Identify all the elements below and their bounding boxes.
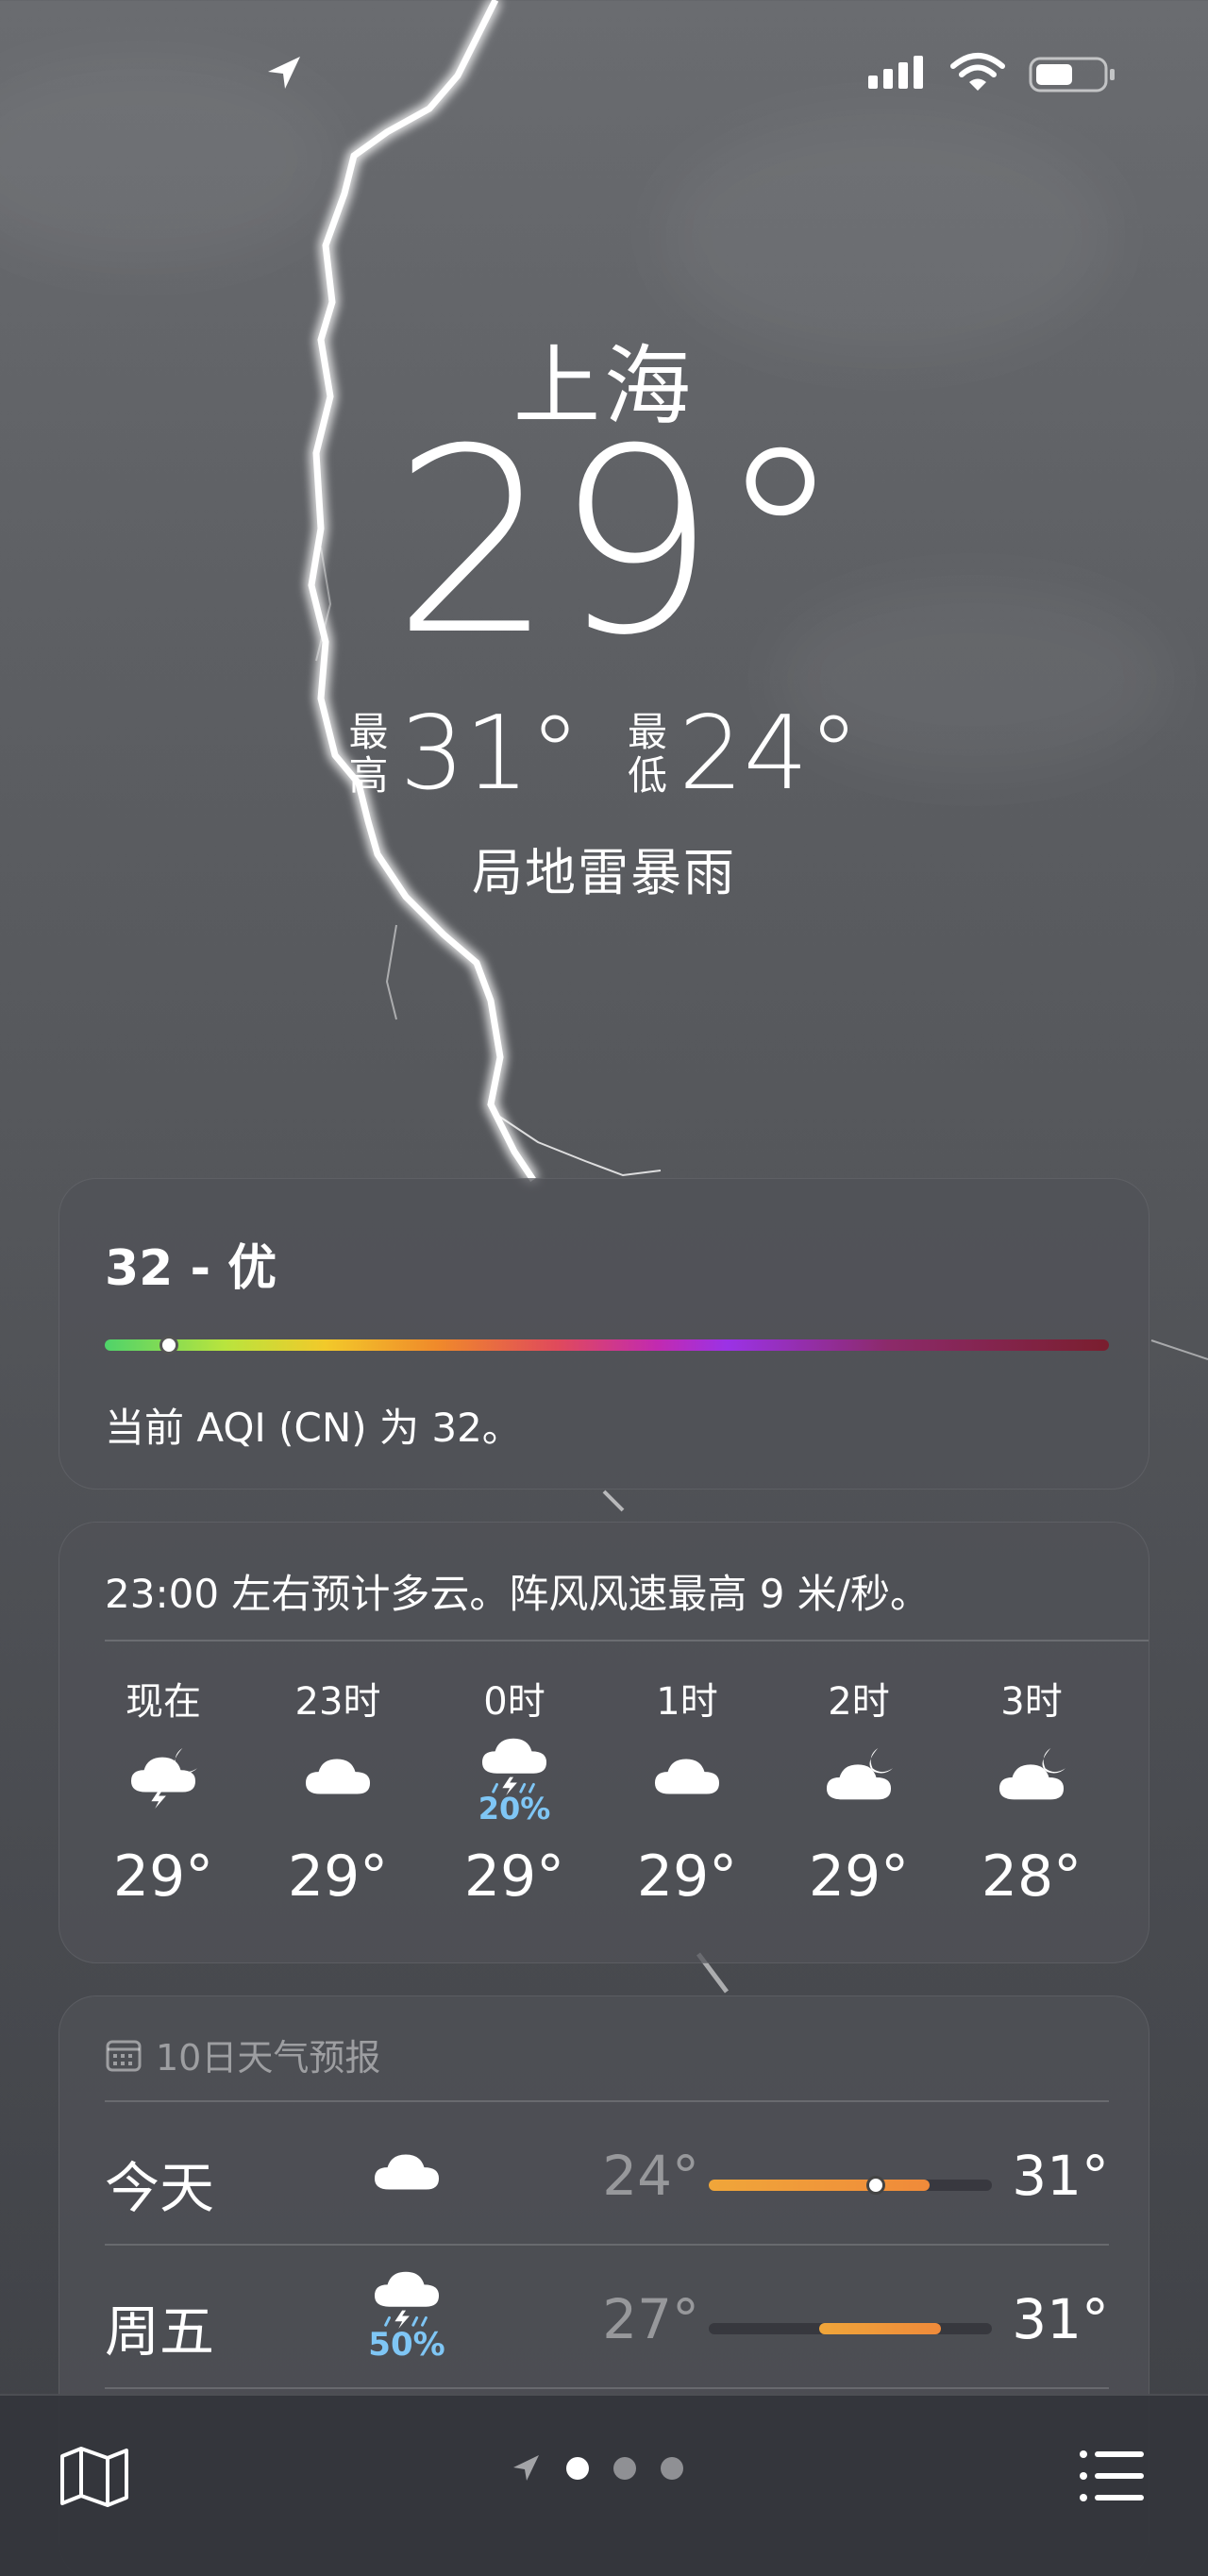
ten-day-header-label: 10日天气预报 (156, 2037, 381, 2079)
high-label-text: 最高 (348, 709, 389, 799)
hour-temperature: 29° (808, 1844, 910, 1910)
hour-temperature: 29° (112, 1844, 214, 1910)
hour-time: 23时 (294, 1680, 381, 1724)
aqi-description: 当前 AQI (CN) 为 32。 (105, 1405, 522, 1451)
page-indicator[interactable] (510, 2452, 683, 2484)
cloud-bolt-rain-icon (481, 1738, 547, 1796)
day-low-temperature: 27° (602, 2287, 699, 2351)
city-list-icon[interactable] (1078, 2443, 1146, 2509)
high-low-temperatures: 最高 31° 最低 24° (0, 703, 1208, 805)
hour-icon: 20% (448, 1730, 580, 1825)
calendar-icon (106, 2040, 142, 2071)
ten-day-header: 10日天气预报 (105, 2029, 380, 2080)
hourly-summary: 23:00 左右预计多云。阵风风速最高 9 米/秒。 (105, 1571, 930, 1617)
hourly-item: 1时 29° (621, 1674, 753, 1910)
location-page-icon[interactable] (510, 2452, 542, 2484)
hour-icon (793, 1730, 925, 1825)
hour-temperature: 28° (981, 1844, 1082, 1910)
low-temperature: 24° (679, 695, 860, 813)
hourly-item: 现在 29° (97, 1674, 229, 1910)
hour-time: 1时 (656, 1680, 718, 1724)
hour-temperature: 29° (463, 1844, 565, 1910)
daily-row[interactable]: 今天 24° 31° (105, 2102, 1109, 2244)
day-low-temperature: 24° (602, 2144, 699, 2208)
bottom-toolbar (0, 2394, 1208, 2576)
day-name: 今天 (105, 2156, 215, 2220)
low-label-text: 最低 (628, 709, 668, 799)
day-name: 周五 (105, 2299, 215, 2364)
temperature-range-fill (819, 2323, 941, 2334)
battery-icon (1029, 57, 1115, 93)
day-icon (350, 2140, 463, 2206)
day-high-temperature: 31° (1012, 2144, 1109, 2208)
hour-icon (272, 1730, 404, 1825)
hourly-item: 23时 29° (272, 1674, 404, 1910)
hour-time: 0时 (483, 1680, 545, 1724)
hour-time: 3时 (1000, 1680, 1063, 1724)
temperature-range-bar (709, 2176, 992, 2195)
current-temperature-marker (866, 2176, 885, 2195)
high-temperature: 31° (399, 695, 580, 813)
air-quality-card[interactable]: 32 - 优 当前 AQI (CN) 为 32。 (59, 1178, 1149, 1490)
hour-icon (97, 1730, 229, 1825)
day-icon: 50% (350, 2265, 463, 2361)
hour-icon (621, 1730, 753, 1825)
cellular-signal-icon (868, 56, 923, 89)
cloud-moon-icon (998, 1747, 1065, 1800)
high-label: 最高 (349, 711, 389, 798)
divider (105, 2387, 1109, 2389)
aqi-scale-bar (105, 1339, 1109, 1351)
cloud-bolt-rain-icon (374, 2271, 440, 2330)
weather-condition: 局地雷暴雨 (472, 843, 736, 902)
location-arrow-icon (268, 57, 300, 89)
precipitation-chance: 20% (478, 1791, 551, 1827)
cloud-icon (374, 2154, 440, 2190)
cloud-moon-icon (826, 1747, 893, 1800)
daily-row[interactable]: 周五 50% 27° 31° (105, 2246, 1109, 2387)
hour-temperature: 29° (636, 1844, 738, 1910)
status-bar (0, 45, 1208, 102)
cloud-icon (654, 1759, 720, 1794)
precipitation-chance: 50% (368, 2326, 445, 2364)
low-label: 最低 (628, 711, 667, 798)
hourly-item: 3时 28° (965, 1674, 1098, 1910)
cloud-icon (305, 1759, 371, 1794)
map-icon[interactable] (59, 2443, 130, 2509)
temperature-range-fill (709, 2180, 930, 2191)
temperature-range-bar (709, 2323, 992, 2334)
hour-icon (965, 1730, 1098, 1825)
hour-time: 现在 (126, 1680, 201, 1724)
page-dot-1[interactable] (566, 2457, 589, 2480)
page-dot-2[interactable] (613, 2457, 636, 2480)
aqi-indicator (159, 1336, 179, 1355)
aqi-title: 32 - 优 (105, 1240, 277, 1297)
hourly-item: 0时 20% 29° (448, 1674, 580, 1910)
hourly-item: 2时 29° (793, 1674, 925, 1910)
cloud-moon-bolt-icon (130, 1747, 197, 1810)
divider (105, 1640, 1149, 1642)
hour-temperature: 29° (287, 1844, 389, 1910)
hour-time: 2时 (828, 1680, 890, 1724)
wifi-icon (950, 53, 1005, 91)
day-high-temperature: 31° (1012, 2287, 1109, 2351)
hourly-forecast-card[interactable]: 23:00 左右预计多云。阵风风速最高 9 米/秒。 现在 29° 23时 29° 0时… (59, 1522, 1149, 1963)
current-temperature: 29° (392, 394, 845, 691)
page-dot-3[interactable] (661, 2457, 683, 2480)
